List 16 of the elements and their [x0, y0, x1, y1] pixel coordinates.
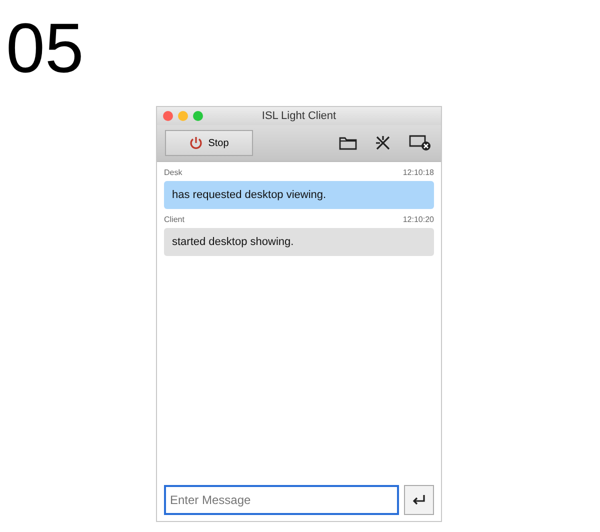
- enter-icon: [412, 495, 426, 505]
- message-bubble: started desktop showing.: [164, 228, 434, 256]
- step-number: 05: [6, 8, 84, 88]
- folder-icon[interactable]: [339, 136, 357, 150]
- message-bubble: has requested desktop viewing.: [164, 181, 434, 209]
- tools-icon[interactable]: [375, 135, 391, 151]
- sender-name: Desk: [164, 168, 182, 177]
- message-time: 12:10:18: [402, 168, 434, 177]
- message-time: 12:10:20: [402, 215, 434, 224]
- power-icon: [189, 136, 204, 150]
- window-title: ISL Light Client: [262, 110, 336, 122]
- send-button[interactable]: [404, 485, 434, 515]
- sender-name: Client: [164, 215, 184, 224]
- stop-button[interactable]: Stop: [165, 130, 253, 156]
- screen-close-icon[interactable]: [409, 135, 431, 151]
- message-field[interactable]: Enter Message: [164, 485, 399, 515]
